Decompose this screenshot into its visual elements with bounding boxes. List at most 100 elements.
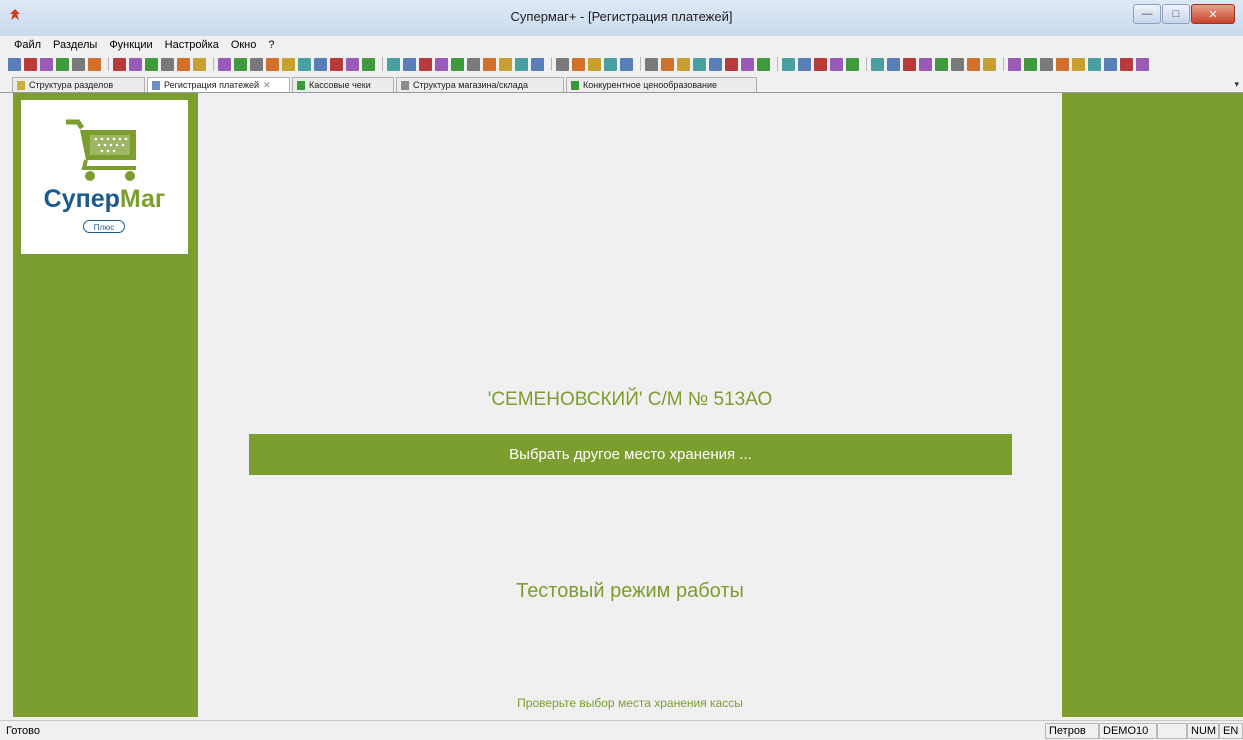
toolbar-button-icon[interactable]	[145, 57, 158, 71]
maximize-button[interactable]: □	[1162, 4, 1190, 24]
tab-icon	[297, 80, 305, 90]
toolbar-button-icon[interactable]	[161, 57, 174, 71]
toolbar-button-icon[interactable]	[951, 57, 964, 71]
tab-sections-structure[interactable]: Структура разделов	[12, 77, 145, 92]
toolbar-button-icon[interactable]	[1120, 57, 1133, 71]
toolbar-button-icon[interactable]	[419, 57, 432, 71]
toolbar-separator	[108, 57, 109, 71]
toolbar-button-icon[interactable]	[531, 57, 544, 71]
toolbar-button-icon[interactable]	[983, 57, 996, 71]
toolbar-button-icon[interactable]	[250, 57, 263, 71]
toolbar-button-icon[interactable]	[467, 57, 480, 71]
menu-settings[interactable]: Настройка	[165, 39, 219, 51]
toolbar-button-icon[interactable]	[451, 57, 464, 71]
toolbar-separator	[382, 57, 383, 71]
tab-close-icon[interactable]: ✕	[263, 80, 271, 91]
storage-hint: Проверьте выбор места хранения кассы	[517, 696, 743, 710]
close-button[interactable]: ✕	[1191, 4, 1235, 24]
tab-competitive-pricing[interactable]: Конкурентное ценообразование	[566, 77, 757, 92]
tab-overflow-icon[interactable]: ▾	[1234, 79, 1239, 90]
tab-payments-registration[interactable]: Регистрация платежей ✕	[147, 77, 290, 92]
menu-help[interactable]: ?	[268, 39, 274, 51]
toolbar-button-icon[interactable]	[403, 57, 416, 71]
close-icon: ✕	[1208, 8, 1218, 21]
toolbar-button-icon[interactable]	[1008, 57, 1021, 71]
status-bar: Готово Петров DEMO10 NUM EN	[0, 720, 1243, 740]
toolbar-button-icon[interactable]	[846, 57, 859, 71]
toolbar-button-icon[interactable]	[1104, 57, 1117, 71]
toolbar-button-icon[interactable]	[967, 57, 980, 71]
toolbar-button-icon[interactable]	[218, 57, 231, 71]
toolbar-button-icon[interactable]	[387, 57, 400, 71]
toolbar-separator	[1003, 57, 1004, 71]
toolbar-button-icon[interactable]	[346, 57, 359, 71]
toolbar-button-icon[interactable]	[572, 57, 585, 71]
toolbar-button-icon[interactable]	[282, 57, 295, 71]
toolbar-button-icon[interactable]	[499, 57, 512, 71]
cart-icon	[66, 119, 136, 181]
menu-functions[interactable]: Функции	[109, 39, 152, 51]
tab-receipts[interactable]: Кассовые чеки	[292, 77, 394, 92]
toolbar-button-icon[interactable]	[887, 57, 900, 71]
toolbar-button-icon[interactable]	[266, 57, 279, 71]
toolbar-button-icon[interactable]	[40, 57, 53, 71]
toolbar-button-icon[interactable]	[782, 57, 795, 71]
minimize-button[interactable]: —	[1133, 4, 1161, 24]
status-text: Готово	[6, 725, 40, 737]
toolbar-button-icon[interactable]	[8, 57, 21, 71]
toolbar-button-icon[interactable]	[693, 57, 706, 71]
toolbar-button-icon[interactable]	[604, 57, 617, 71]
toolbar-button-icon[interactable]	[88, 57, 101, 71]
toolbar-button-icon[interactable]	[72, 57, 85, 71]
main-panel: 'СЕМЕНОВСКИЙ' С/М № 513АО Выбрать другое…	[198, 93, 1062, 717]
toolbar-button-icon[interactable]	[24, 57, 37, 71]
toolbar-button-icon[interactable]	[725, 57, 738, 71]
toolbar-button-icon[interactable]	[588, 57, 601, 71]
toolbar-button-icon[interactable]	[903, 57, 916, 71]
toolbar-button-icon[interactable]	[1136, 57, 1149, 71]
tab-store-structure[interactable]: Структура магазина/склада	[396, 77, 564, 92]
toolbar-separator	[777, 57, 778, 71]
toolbar-button-icon[interactable]	[1056, 57, 1069, 71]
toolbar-button-icon[interactable]	[1088, 57, 1101, 71]
toolbar-button-icon[interactable]	[645, 57, 658, 71]
toolbar-button-icon[interactable]	[234, 57, 247, 71]
toolbar-button-icon[interactable]	[177, 57, 190, 71]
maximize-icon: □	[1172, 8, 1180, 20]
logo: СуперМаг Плюс	[21, 100, 188, 254]
toolbar-button-icon[interactable]	[556, 57, 569, 71]
toolbar-button-icon[interactable]	[129, 57, 142, 71]
toolbar-button-icon[interactable]	[435, 57, 448, 71]
toolbar-button-icon[interactable]	[661, 57, 674, 71]
toolbar-button-icon[interactable]	[677, 57, 690, 71]
toolbar-button-icon[interactable]	[193, 57, 206, 71]
toolbar-button-icon[interactable]	[830, 57, 843, 71]
toolbar-button-icon[interactable]	[330, 57, 343, 71]
menu-window[interactable]: Окно	[231, 39, 257, 51]
toolbar-button-icon[interactable]	[1024, 57, 1037, 71]
toolbar-button-icon[interactable]	[814, 57, 827, 71]
toolbar-button-icon[interactable]	[1040, 57, 1053, 71]
logo-badge: Плюс	[83, 220, 125, 233]
toolbar-button-icon[interactable]	[620, 57, 633, 71]
menu-file[interactable]: Файл	[14, 39, 41, 51]
toolbar-button-icon[interactable]	[919, 57, 932, 71]
window-title: Супермаг+ - [Регистрация платежей]	[510, 9, 733, 24]
toolbar-button-icon[interactable]	[709, 57, 722, 71]
toolbar-button-icon[interactable]	[483, 57, 496, 71]
toolbar-button-icon[interactable]	[362, 57, 375, 71]
status-user: Петров	[1045, 723, 1099, 739]
choose-storage-button[interactable]: Выбрать другое место хранения ...	[249, 434, 1012, 475]
toolbar-button-icon[interactable]	[515, 57, 528, 71]
toolbar-button-icon[interactable]	[871, 57, 884, 71]
toolbar-button-icon[interactable]	[741, 57, 754, 71]
toolbar-button-icon[interactable]	[1072, 57, 1085, 71]
toolbar-button-icon[interactable]	[935, 57, 948, 71]
toolbar-button-icon[interactable]	[113, 57, 126, 71]
toolbar-button-icon[interactable]	[757, 57, 770, 71]
toolbar-button-icon[interactable]	[56, 57, 69, 71]
toolbar-button-icon[interactable]	[798, 57, 811, 71]
toolbar-button-icon[interactable]	[314, 57, 327, 71]
menu-sections[interactable]: Разделы	[53, 39, 97, 51]
toolbar-button-icon[interactable]	[298, 57, 311, 71]
